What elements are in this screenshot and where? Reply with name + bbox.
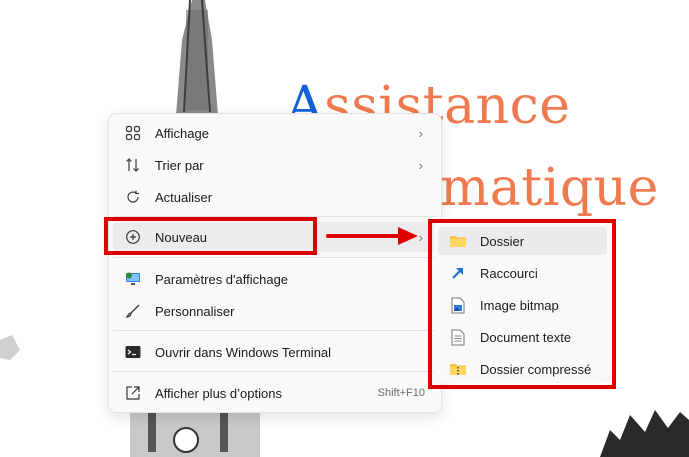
keyboard-shortcut: Shift+F10 (377, 387, 425, 399)
brush-icon (124, 302, 142, 320)
menu-item-label: Ouvrir dans Windows Terminal (155, 344, 332, 360)
menu-separator (113, 257, 437, 258)
open-more-icon (124, 384, 142, 402)
grid-view-icon (124, 124, 142, 142)
terminal-icon (124, 343, 142, 361)
menu-item-label: Personnaliser (155, 303, 235, 319)
menu-item-label: Afficher plus d’options (155, 385, 282, 401)
menu-separator (113, 330, 437, 331)
wallpaper-title-line2: matique (440, 158, 659, 218)
menu-item-personnaliser[interactable]: Personnaliser (113, 296, 437, 326)
menu-item-label: Actualiser (155, 189, 213, 205)
sort-icon (124, 156, 142, 174)
annotation-arrow-icon (326, 227, 418, 245)
display-settings-icon (124, 270, 142, 288)
menu-item-label: Paramètres d'affichage (155, 271, 289, 287)
menu-item-plus-options[interactable]: Afficher plus d’options Shift+F10 (113, 378, 437, 408)
menu-item-affichage[interactable]: Affichage › (113, 118, 437, 148)
menu-item-windows-terminal[interactable]: Ouvrir dans Windows Terminal (113, 337, 437, 367)
highlight-box-nouveau (104, 217, 317, 255)
menu-item-actualiser[interactable]: Actualiser (113, 182, 437, 212)
refresh-icon (124, 188, 142, 206)
menu-item-label: Trier par (155, 157, 204, 173)
chevron-right-icon: › (418, 125, 423, 141)
highlight-box-submenu (428, 219, 616, 389)
menu-separator (113, 371, 437, 372)
menu-item-parametres-affichage[interactable]: Paramètres d'affichage (113, 264, 437, 294)
menu-item-trier-par[interactable]: Trier par › (113, 150, 437, 180)
chevron-right-icon: › (418, 157, 423, 173)
menu-item-label: Affichage (155, 125, 209, 141)
desktop-context-menu: Affichage › Trier par › Actualiser Nouve… (108, 113, 442, 413)
